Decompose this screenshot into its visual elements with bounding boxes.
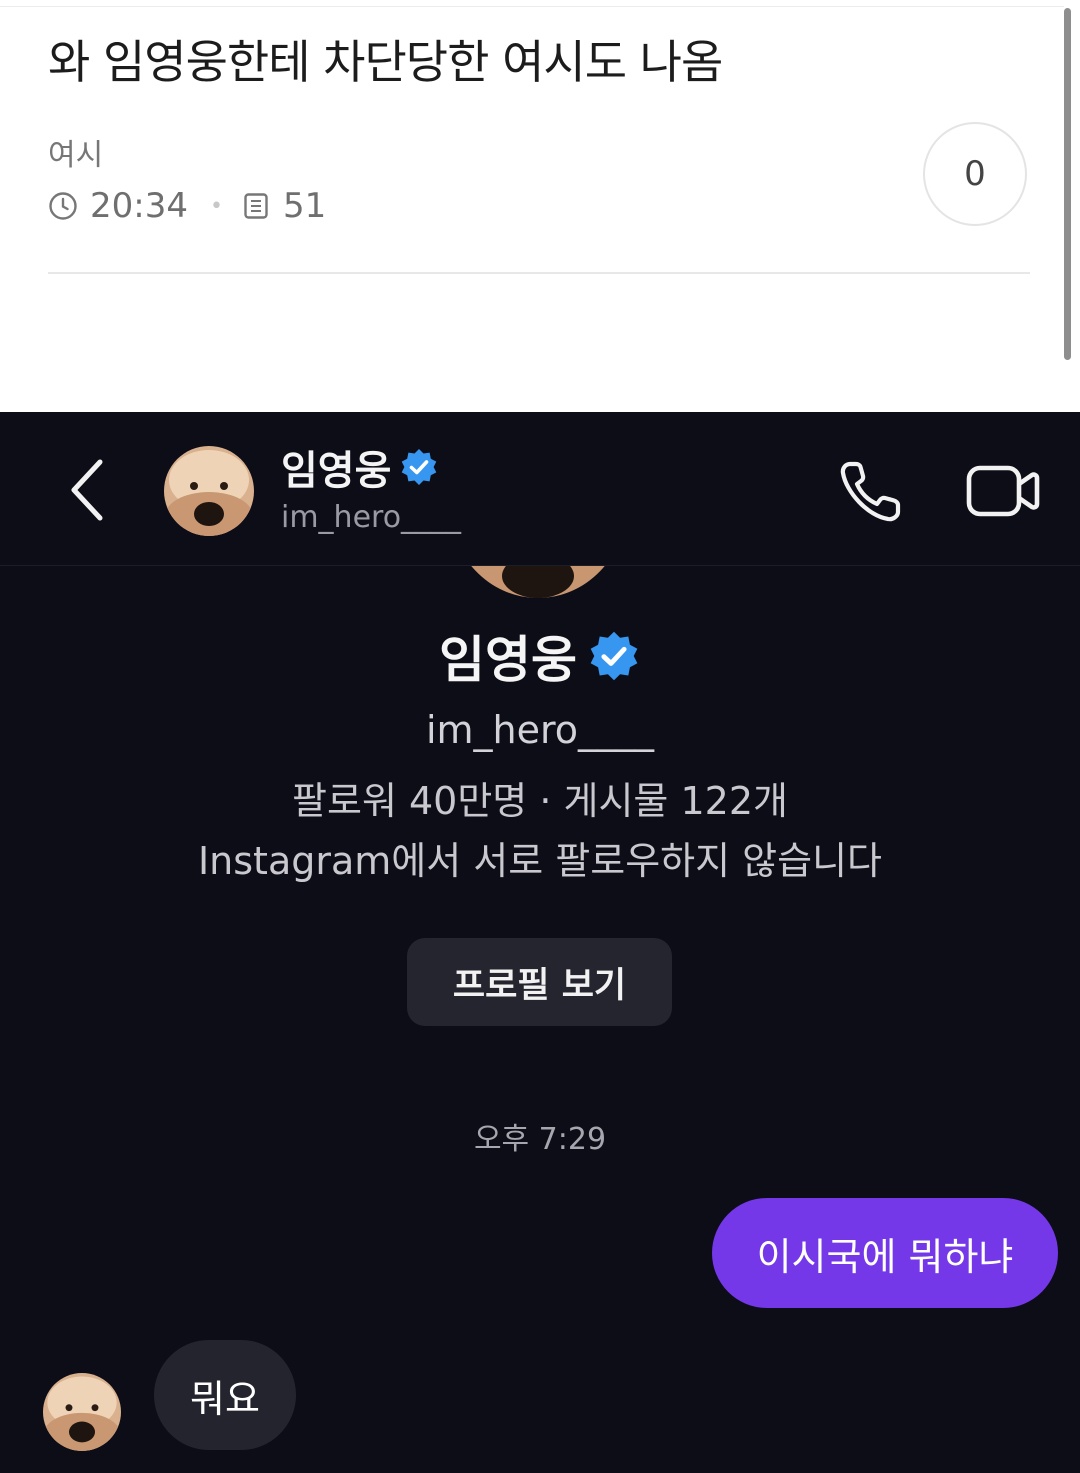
instagram-dm-screenshot: 임영웅 im_hero____ 임영웅 im_hero____ 팔로워 40만명…	[0, 412, 1080, 1473]
dog-avatar-image	[471, 566, 605, 598]
view-profile-button[interactable]: 프로필 보기	[407, 938, 672, 1026]
post-time: 20:34	[90, 186, 188, 226]
profile-name-row: 임영웅	[0, 626, 1080, 689]
scrollbar[interactable]	[1064, 8, 1071, 360]
clock-icon	[49, 192, 77, 220]
back-chevron-icon[interactable]	[62, 456, 112, 524]
header-username: im_hero____	[281, 500, 462, 535]
document-icon	[244, 193, 268, 219]
profile-avatar[interactable]	[450, 566, 626, 598]
profile-username: im_hero____	[425, 708, 655, 752]
dog-avatar-image	[43, 1373, 121, 1451]
comment-count: 0	[964, 154, 986, 194]
header-display-name: 임영웅	[281, 448, 392, 494]
meta-separator: •	[209, 193, 223, 219]
post-view-count: 51	[282, 186, 327, 226]
dog-avatar-image	[164, 446, 254, 536]
verified-badge-icon	[402, 449, 437, 485]
outgoing-message-bubble[interactable]: 이시국에 뭐하냐	[712, 1198, 1058, 1308]
post-author[interactable]: 여시	[48, 130, 103, 174]
profile-display-name: 임영웅	[439, 631, 577, 689]
post-title[interactable]: 와 임영웅한테 차단당한 여시도 나옴	[48, 26, 723, 92]
profile-stats: 팔로워 40만명 · 게시물 122개	[292, 779, 788, 823]
outgoing-message-text: 이시국에 뭐하냐	[756, 1234, 1014, 1279]
video-camera-icon[interactable]	[966, 460, 1040, 522]
community-post: 와 임영웅한테 차단당한 여시도 나옴 여시 20:34 • 51 0	[0, 0, 1080, 412]
post-divider	[48, 272, 1030, 274]
dm-header: 임영웅 im_hero____	[0, 412, 1080, 566]
post-top-divider	[0, 6, 1064, 7]
avatar[interactable]	[164, 446, 254, 536]
follow-status-note: Instagram에서 서로 팔로우하지 않습니다	[197, 839, 883, 883]
comment-count-button[interactable]: 0	[923, 122, 1027, 226]
incoming-message-bubble[interactable]: 뭐요	[154, 1340, 296, 1450]
verified-badge-icon	[590, 631, 638, 681]
message-timestamp: 오후 7:29	[473, 1122, 607, 1157]
post-meta: 20:34 • 51	[48, 184, 326, 228]
phone-icon[interactable]	[836, 456, 906, 526]
incoming-message-text: 뭐요	[190, 1376, 260, 1421]
message-sender-avatar[interactable]	[43, 1373, 121, 1451]
header-name-row[interactable]: 임영웅	[281, 444, 439, 494]
